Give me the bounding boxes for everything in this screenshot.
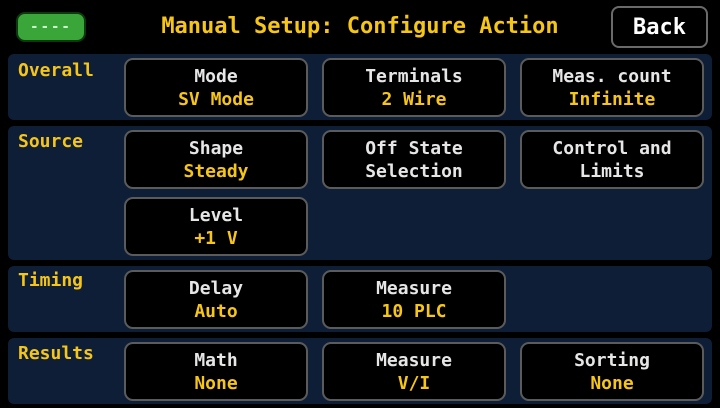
level-value: +1 V (194, 227, 238, 249)
shape-label: Shape (188, 137, 244, 159)
sorting-label: Sorting (574, 349, 650, 371)
back-button[interactable]: Back (611, 6, 708, 48)
usb-indicator: ---- (30, 19, 72, 35)
section-label-results: Results (18, 343, 94, 364)
delay-value: Auto (194, 300, 238, 322)
delay-button[interactable]: Delay Auto (124, 270, 308, 329)
terminals-button[interactable]: Terminals 2 Wire (322, 58, 506, 117)
measure-time-label: Measure (376, 277, 452, 299)
measure-results-label: Measure (376, 349, 452, 371)
level-label: Level (188, 204, 244, 226)
mode-label: Mode (194, 65, 238, 87)
page-title: Manual Setup: Configure Action (161, 14, 559, 39)
off-state-selection-button[interactable]: Off State Selection (322, 130, 506, 189)
meas-count-value: Infinite (568, 88, 656, 110)
sorting-value: None (590, 372, 634, 394)
delay-label: Delay (188, 277, 244, 299)
measure-time-value: 10 PLC (381, 300, 447, 322)
usb-status-icon: ---- (16, 12, 86, 42)
section-label-source: Source (18, 131, 84, 152)
control-and-limits-button[interactable]: Control and Limits (520, 130, 704, 189)
control-line2: Limits (579, 160, 645, 182)
section-label-timing: Timing (18, 270, 84, 291)
mode-button[interactable]: Mode SV Mode (124, 58, 308, 117)
measure-results-value: V/I (397, 372, 431, 394)
off-state-line2: Selection (365, 160, 463, 182)
section-label-overall: Overall (18, 60, 94, 81)
mode-value: SV Mode (178, 88, 254, 110)
math-button[interactable]: Math None (124, 342, 308, 401)
math-value: None (194, 372, 238, 394)
meas-count-button[interactable]: Meas. count Infinite (520, 58, 704, 117)
off-state-line1: Off State (365, 137, 463, 159)
shape-value: Steady (183, 160, 249, 182)
meas-count-label: Meas. count (552, 65, 672, 87)
measure-results-button[interactable]: Measure V/I (322, 342, 506, 401)
control-line1: Control and (552, 137, 672, 159)
terminals-label: Terminals (365, 65, 463, 87)
math-label: Math (194, 349, 238, 371)
measure-time-button[interactable]: Measure 10 PLC (322, 270, 506, 329)
terminals-value: 2 Wire (381, 88, 447, 110)
sorting-button[interactable]: Sorting None (520, 342, 704, 401)
shape-button[interactable]: Shape Steady (124, 130, 308, 189)
level-button[interactable]: Level +1 V (124, 197, 308, 256)
